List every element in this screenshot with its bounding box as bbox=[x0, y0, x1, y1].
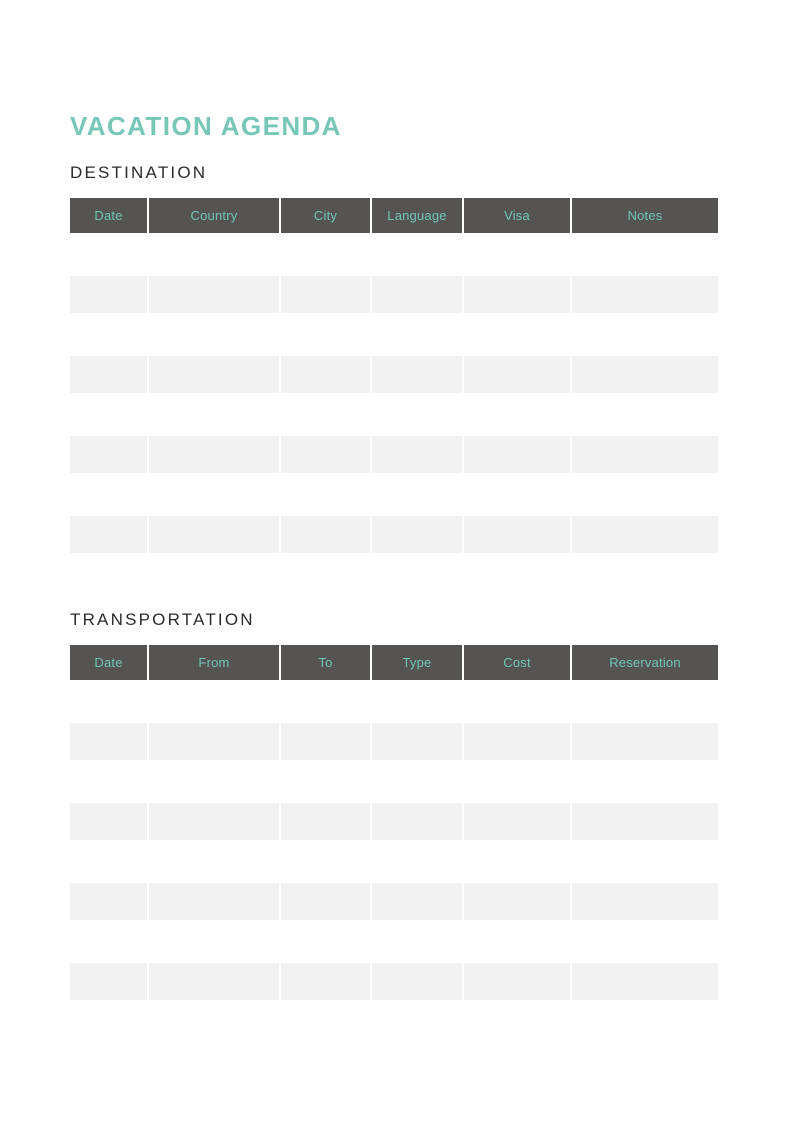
cell-date[interactable] bbox=[70, 803, 149, 840]
destination-table-header: Date Country City Language Visa Notes bbox=[70, 198, 718, 233]
cell-notes[interactable] bbox=[572, 516, 718, 553]
row-spacer bbox=[70, 760, 718, 803]
row-spacer-cell bbox=[70, 680, 718, 723]
cell-city[interactable] bbox=[281, 436, 372, 473]
cell-country[interactable] bbox=[149, 356, 281, 393]
table-header-row: Date Country City Language Visa Notes bbox=[70, 198, 718, 233]
cell-date[interactable] bbox=[70, 276, 149, 313]
cell-city[interactable] bbox=[281, 516, 372, 553]
table-row bbox=[70, 883, 718, 920]
row-spacer bbox=[70, 233, 718, 276]
page-canvas: VACATION AGENDA DESTINATION Date Country… bbox=[0, 0, 793, 1122]
cell-cost[interactable] bbox=[464, 803, 572, 840]
cell-language[interactable] bbox=[372, 436, 464, 473]
section-destination: DESTINATION Date Country City Language V… bbox=[70, 162, 718, 553]
table-header-row: Date From To Type Cost Reservation bbox=[70, 645, 718, 680]
table-row bbox=[70, 723, 718, 760]
cell-language[interactable] bbox=[372, 516, 464, 553]
cell-type[interactable] bbox=[372, 963, 464, 1000]
column-header-date[interactable]: Date bbox=[70, 198, 149, 233]
column-header-to[interactable]: To bbox=[281, 645, 372, 680]
cell-reservation[interactable] bbox=[572, 723, 718, 760]
row-spacer-cell bbox=[70, 313, 718, 356]
cell-from[interactable] bbox=[149, 883, 281, 920]
cell-notes[interactable] bbox=[572, 356, 718, 393]
table-row bbox=[70, 516, 718, 553]
row-spacer-cell bbox=[70, 840, 718, 883]
cell-language[interactable] bbox=[372, 276, 464, 313]
transportation-table-header: Date From To Type Cost Reservation bbox=[70, 645, 718, 680]
cell-date[interactable] bbox=[70, 883, 149, 920]
cell-date[interactable] bbox=[70, 436, 149, 473]
destination-table-body bbox=[70, 233, 718, 553]
cell-country[interactable] bbox=[149, 516, 281, 553]
cell-city[interactable] bbox=[281, 356, 372, 393]
row-spacer bbox=[70, 840, 718, 883]
section-title-destination: DESTINATION bbox=[70, 163, 208, 182]
transportation-table-body bbox=[70, 680, 718, 1000]
cell-date[interactable] bbox=[70, 356, 149, 393]
column-header-city[interactable]: City bbox=[281, 198, 372, 233]
cell-cost[interactable] bbox=[464, 883, 572, 920]
column-header-language[interactable]: Language bbox=[372, 198, 464, 233]
cell-country[interactable] bbox=[149, 436, 281, 473]
cell-date[interactable] bbox=[70, 963, 149, 1000]
column-header-country[interactable]: Country bbox=[149, 198, 281, 233]
cell-date[interactable] bbox=[70, 723, 149, 760]
column-header-cost[interactable]: Cost bbox=[464, 645, 572, 680]
cell-visa[interactable] bbox=[464, 436, 572, 473]
cell-reservation[interactable] bbox=[572, 803, 718, 840]
cell-to[interactable] bbox=[281, 803, 372, 840]
row-spacer-cell bbox=[70, 920, 718, 963]
cell-country[interactable] bbox=[149, 276, 281, 313]
cell-visa[interactable] bbox=[464, 276, 572, 313]
cell-notes[interactable] bbox=[572, 276, 718, 313]
cell-cost[interactable] bbox=[464, 963, 572, 1000]
cell-cost[interactable] bbox=[464, 723, 572, 760]
section-title-transportation: TRANSPORTATION bbox=[70, 610, 255, 629]
cell-to[interactable] bbox=[281, 883, 372, 920]
cell-type[interactable] bbox=[372, 883, 464, 920]
cell-reservation[interactable] bbox=[572, 963, 718, 1000]
row-spacer-cell bbox=[70, 760, 718, 803]
row-spacer bbox=[70, 473, 718, 516]
row-spacer bbox=[70, 313, 718, 356]
column-header-from[interactable]: From bbox=[149, 645, 281, 680]
cell-from[interactable] bbox=[149, 723, 281, 760]
cell-from[interactable] bbox=[149, 803, 281, 840]
column-header-type[interactable]: Type bbox=[372, 645, 464, 680]
row-spacer-cell bbox=[70, 393, 718, 436]
cell-from[interactable] bbox=[149, 963, 281, 1000]
cell-type[interactable] bbox=[372, 723, 464, 760]
table-row bbox=[70, 803, 718, 840]
destination-table: Date Country City Language Visa Notes bbox=[70, 198, 718, 553]
cell-visa[interactable] bbox=[464, 356, 572, 393]
cell-reservation[interactable] bbox=[572, 883, 718, 920]
cell-type[interactable] bbox=[372, 803, 464, 840]
row-spacer bbox=[70, 393, 718, 436]
page-title: VACATION AGENDA bbox=[70, 111, 342, 142]
row-spacer-cell bbox=[70, 233, 718, 276]
cell-visa[interactable] bbox=[464, 516, 572, 553]
row-spacer bbox=[70, 680, 718, 723]
cell-date[interactable] bbox=[70, 516, 149, 553]
cell-language[interactable] bbox=[372, 356, 464, 393]
cell-notes[interactable] bbox=[572, 436, 718, 473]
table-row bbox=[70, 356, 718, 393]
transportation-table: Date From To Type Cost Reservation bbox=[70, 645, 718, 1000]
column-header-visa[interactable]: Visa bbox=[464, 198, 572, 233]
table-row bbox=[70, 276, 718, 313]
row-spacer bbox=[70, 920, 718, 963]
cell-to[interactable] bbox=[281, 723, 372, 760]
section-transportation: TRANSPORTATION Date From To Type Cost Re… bbox=[70, 609, 718, 1000]
column-header-date[interactable]: Date bbox=[70, 645, 149, 680]
column-header-notes[interactable]: Notes bbox=[572, 198, 718, 233]
table-row bbox=[70, 436, 718, 473]
cell-city[interactable] bbox=[281, 276, 372, 313]
row-spacer-cell bbox=[70, 473, 718, 516]
column-header-reservation[interactable]: Reservation bbox=[572, 645, 718, 680]
table-row bbox=[70, 963, 718, 1000]
cell-to[interactable] bbox=[281, 963, 372, 1000]
